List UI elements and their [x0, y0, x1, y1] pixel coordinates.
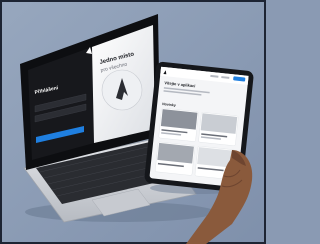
tablet-card-image: [200, 113, 238, 134]
tablet-card-image: [157, 142, 194, 164]
scene: Přihlášení Jedno místo pro všechno Vítej…: [0, 0, 266, 244]
tablet-card-image: [160, 109, 198, 130]
